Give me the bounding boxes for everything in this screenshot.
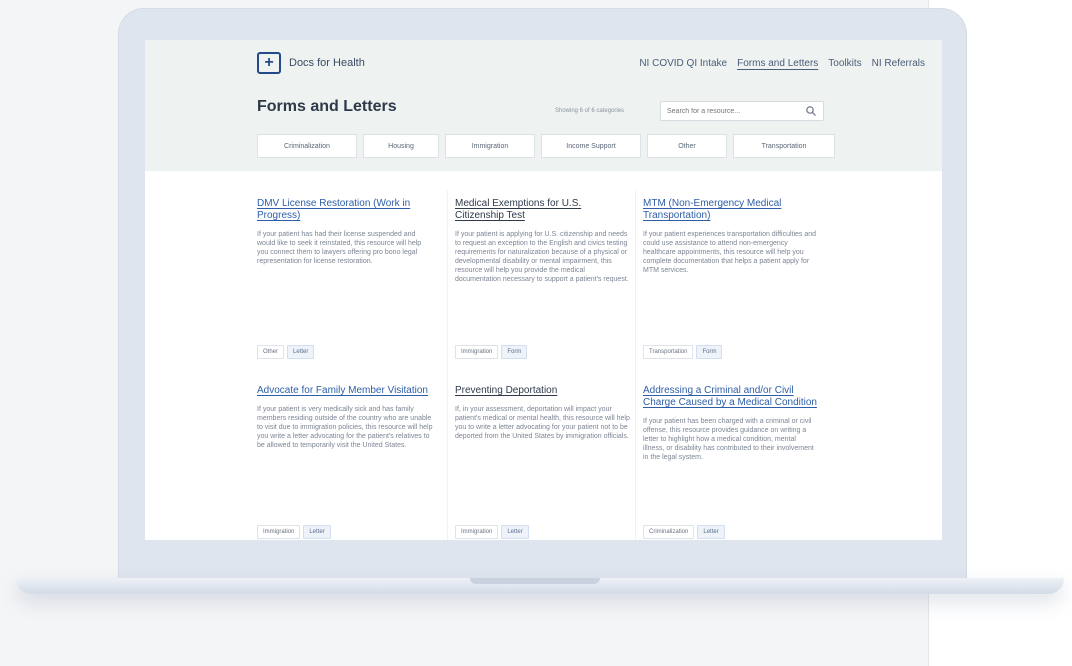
type-tag[interactable]: Form [501,345,528,359]
resource-card: DMV License Restoration (Work in Progres… [257,198,433,359]
category-tag[interactable]: Immigration [455,345,499,359]
resource-description: If your patient has been charged with a … [643,418,814,461]
resource-description: If your patient is very medically sick a… [257,406,433,449]
type-tag[interactable]: Letter [287,345,315,359]
category-criminalization[interactable]: Criminalization [257,134,357,158]
brand[interactable]: + Docs for Health [257,52,365,74]
resource-title-link[interactable]: DMV License Restoration (Work in Progres… [257,198,433,222]
category-tag[interactable]: Criminalization [643,525,695,539]
type-tag[interactable]: Letter [303,525,331,539]
laptop-screen: + Docs for Health NI COVID QI Intake For… [145,40,942,540]
resource-card: MTM (Non-Emergency Medical Transportatio… [643,198,819,359]
resource-card: Addressing a Criminal and/or Civil Charg… [643,385,819,539]
category-transportation[interactable]: Transportation [733,134,835,158]
category-housing[interactable]: Housing [363,134,439,158]
type-tag[interactable]: Form [696,345,723,359]
brand-name: Docs for Health [289,57,365,69]
resource-description: If your patient is applying for U.S. cit… [455,231,629,283]
resource-card: Preventing Deportation If, in your asses… [455,385,631,539]
laptop-notch [470,578,600,584]
category-tag[interactable]: Immigration [257,525,301,539]
results-count: Showing 6 of 6 categories [555,108,625,114]
nav-item-referrals[interactable]: NI Referrals [872,58,925,69]
resource-card: Advocate for Family Member Visitation If… [257,385,433,539]
category-tag[interactable]: Other [257,345,285,359]
search-box[interactable] [660,101,824,121]
type-tag[interactable]: Letter [697,525,725,539]
category-filter-row: Criminalization Housing Immigration Inco… [257,134,835,158]
resource-description: If your patient experiences transportati… [643,231,817,274]
type-tag[interactable]: Letter [501,525,529,539]
resource-tags: Immigration Letter [455,525,529,539]
category-immigration[interactable]: Immigration [445,134,535,158]
category-income-support[interactable]: Income Support [541,134,641,158]
page-title: Forms and Letters [257,98,397,115]
resource-tags: Immigration Letter [257,525,331,539]
resource-title-link[interactable]: Medical Exemptions for U.S. Citizenship … [455,198,631,222]
resource-title-link[interactable]: Preventing Deportation [455,385,631,397]
nav-item-covid-qi-intake[interactable]: NI COVID QI Intake [639,58,727,69]
plus-logo-icon: + [257,52,281,74]
resource-title-link[interactable]: Addressing a Criminal and/or Civil Charg… [643,385,819,409]
search-icon[interactable] [805,105,817,117]
resource-tags: Transportation Form [643,345,723,359]
site-header: + Docs for Health NI COVID QI Intake For… [145,40,942,171]
resource-description: If, in your assessment, deportation will… [455,406,630,440]
resource-description: If your patient has had their license su… [257,231,422,265]
category-tag[interactable]: Transportation [643,345,694,359]
resource-tags: Immigration Form [455,345,528,359]
resource-tags: Criminalization Letter [643,525,725,539]
main-nav: NI COVID QI Intake Forms and Letters Too… [639,58,925,69]
category-other[interactable]: Other [647,134,727,158]
nav-item-toolkits[interactable]: Toolkits [828,58,861,69]
column-divider [447,190,448,540]
search-input[interactable] [667,107,797,115]
resource-title-link[interactable]: Advocate for Family Member Visitation [257,385,433,397]
category-tag[interactable]: Immigration [455,525,499,539]
resource-title-link[interactable]: MTM (Non-Emergency Medical Transportatio… [643,198,819,222]
resource-card: Medical Exemptions for U.S. Citizenship … [455,198,631,359]
resource-tags: Other Letter [257,345,315,359]
nav-item-forms-and-letters[interactable]: Forms and Letters [737,58,818,69]
column-divider [635,190,636,540]
